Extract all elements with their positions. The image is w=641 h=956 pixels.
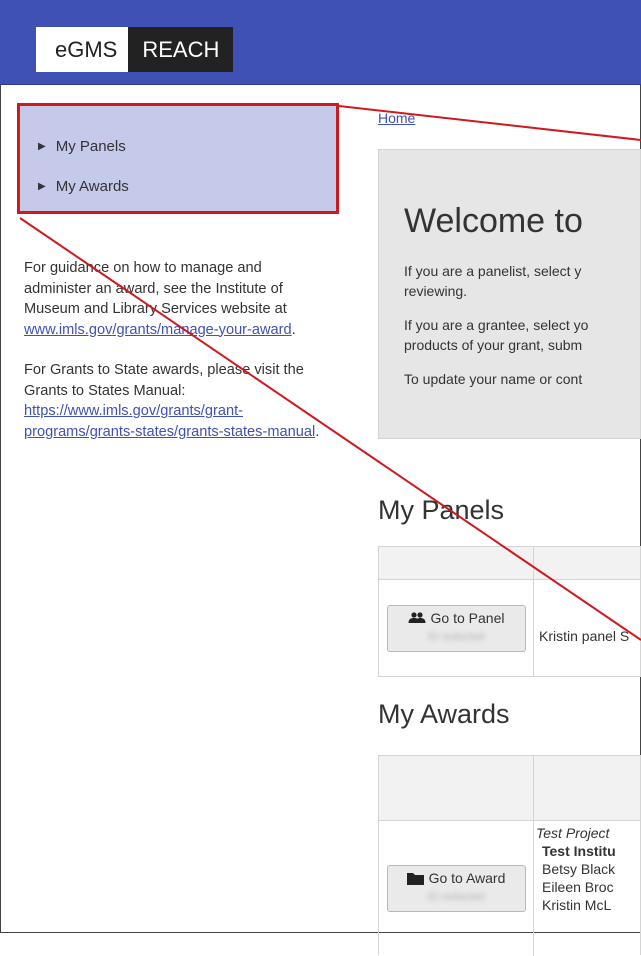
sidebar-item-label: My Awards [55, 177, 129, 195]
states-manual-link[interactable]: https://www.imls.gov/grants/grant-progra… [24, 403, 315, 440]
breadcrumb-home-link[interactable]: Home [378, 110, 415, 126]
caret-right-icon: ▶ [38, 180, 46, 192]
punctuation: . [315, 423, 320, 440]
table-header-cell [379, 756, 534, 820]
institution-name: Test Institu [542, 843, 616, 859]
welcome-title: Welcome to [404, 202, 583, 240]
sidebar-item-my-panels[interactable]: ▶ My Panels [20, 126, 336, 166]
app-logo[interactable]: eGMS REACH [36, 27, 234, 72]
button-label: Go to Panel [430, 609, 505, 626]
panel-name: Kristin panel S [539, 628, 630, 644]
go-to-award-button[interactable]: Go to Award ID redacted [386, 865, 526, 912]
person-name: Eileen Broc [542, 879, 614, 895]
sidebar-guidance: For guidance on how to manage and admini… [17, 214, 339, 442]
table-header-cell [379, 547, 534, 579]
welcome-update-text: To update your name or cont [404, 371, 583, 387]
text-line: reviewing. [404, 283, 468, 299]
button-label: Go to Award [428, 870, 506, 886]
sidebar-item-label: My Panels [55, 137, 126, 155]
top-header: eGMS REACH [0, 0, 641, 85]
guidance-text: For guidance on how to manage and admini… [24, 260, 287, 317]
welcome-grantee-text: If you are a grantee, select yo products … [404, 315, 640, 355]
welcome-panelist-text: If you are a panelist, select y reviewing… [404, 261, 640, 301]
people-icon [408, 611, 426, 623]
manage-award-link[interactable]: www.imls.gov/grants/manage-your-award [24, 322, 292, 338]
person-name: Betsy Black [542, 861, 616, 877]
person-name: Kristin McL [542, 897, 612, 913]
awards-table: Go to Award ID redacted Test Project Tes… [378, 755, 641, 956]
logo-reach: REACH [128, 27, 234, 72]
caret-right-icon: ▶ [38, 140, 46, 152]
folder-icon [406, 872, 424, 885]
text-line: If you are a panelist, select y [404, 263, 582, 279]
table-cell: Test Project Test Institu Betsy Black Ei… [534, 821, 640, 956]
go-to-panel-button[interactable]: Go to Panel ID redacted [386, 604, 526, 652]
table-header [379, 756, 640, 821]
guidance-paragraph: For guidance on how to manage and admini… [24, 258, 333, 340]
punctuation: . [291, 321, 296, 338]
states-text: For Grants to State awards, please visit… [24, 362, 304, 399]
main-content: Home Welcome to If you are a panelist, s… [378, 110, 641, 956]
my-awards-heading: My Awards [378, 699, 510, 729]
project-title: Test Project [536, 825, 610, 841]
award-id-redacted: ID redacted [427, 891, 485, 903]
welcome-box: Welcome to If you are a panelist, select… [378, 149, 641, 439]
logo-egms: eGMS [36, 27, 129, 72]
table-header [379, 547, 640, 580]
panels-table: Go to Panel ID redacted Kristin panel S [378, 546, 641, 677]
breadcrumb: Home [378, 110, 641, 128]
my-panels-heading: My Panels [378, 495, 505, 525]
sidebar: ▶ My Panels ▶ My Awards For guidance on … [17, 103, 339, 462]
states-paragraph: For Grants to State awards, please visit… [24, 360, 333, 442]
text-line: products of your grant, subm [404, 337, 583, 353]
table-cell: Kristin panel S [534, 580, 640, 676]
text-line: If you are a grantee, select yo [404, 317, 589, 333]
table-cell: Go to Award ID redacted [379, 821, 534, 956]
panel-id-redacted: ID redacted [427, 630, 485, 643]
table-row: Go to Panel ID redacted Kristin panel S [379, 580, 640, 676]
sidebar-item-my-awards[interactable]: ▶ My Awards [20, 166, 336, 206]
table-cell: Go to Panel ID redacted [379, 580, 534, 676]
sidebar-nav-highlighted: ▶ My Panels ▶ My Awards [17, 103, 339, 214]
table-row: Go to Award ID redacted Test Project Tes… [379, 821, 640, 956]
